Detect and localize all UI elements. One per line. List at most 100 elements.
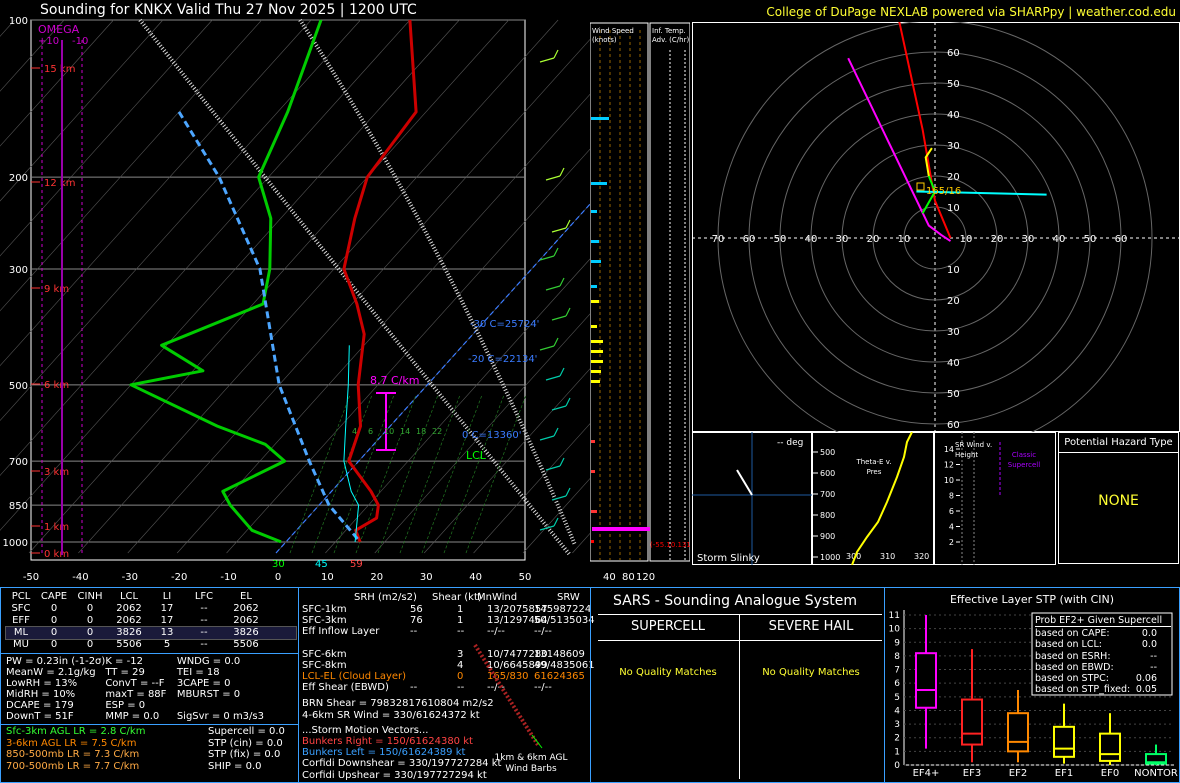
- lapse-rate-0-3: Sfc-3km AGL LR = 2.8 C/km: [6, 726, 146, 737]
- hodograph: 10 10 10 10 20 20 20 20 30 30 30 30 40 40 40 40 50 50 50 50…: [692, 22, 1180, 432]
- height-label: 12 km: [44, 178, 75, 189]
- hodo-ring-label: 40: [947, 110, 960, 121]
- temperature-axis: -50 -40 -30 -20 -10 0 10 20 30 40 50: [23, 572, 532, 583]
- wind-speed-bar: [591, 117, 609, 120]
- credit-text: College of DuPage NEXLAB powered via SHA…: [766, 5, 1176, 19]
- pressure-axis: 100 200 300 500 700 850 1000: [3, 16, 28, 549]
- mixing-ratio-line: [311, 394, 373, 554]
- wind-speed-bar: [591, 380, 600, 383]
- isotherm-line: [0, 19, 164, 202]
- srwind-hlabel: 6: [949, 507, 954, 516]
- barbs-label: 1km & 6km AGL Wind Barbs: [494, 753, 568, 774]
- hodo-ring-label: 10: [898, 234, 911, 245]
- sfc-wetbulb: 45: [315, 559, 328, 570]
- hodo-ring-label: 20: [947, 172, 960, 183]
- wind-speed-bar: [591, 260, 601, 263]
- wind-speed-bar: [591, 470, 595, 473]
- stp-y-label: 5: [894, 693, 900, 703]
- srwind-label: Classic Supercell: [1007, 451, 1041, 469]
- wind-speed-bar: [591, 510, 597, 513]
- wind-barb-flag: [559, 457, 565, 467]
- hodo-ring-label: 40: [805, 234, 818, 245]
- mixing-ratio-line: [289, 394, 351, 554]
- parcel-row: EFF 0 0 2062 17 -- 2062: [12, 615, 259, 626]
- stp-legend-row: based on EBWD: --: [1035, 661, 1157, 673]
- dry-adiabat-band-1: [138, 18, 572, 557]
- sars-title: SARS - Sounding Analogue System: [613, 593, 857, 609]
- parcel-row: SFC 0 0 2062 17 -- 2062: [11, 603, 259, 614]
- pressure-tick-label: 700: [9, 457, 28, 468]
- thetae-chart: 5006007008009001000 300 310 320: [812, 432, 934, 565]
- isotherm-line: [0, 19, 262, 312]
- hodo-ring-label: 50: [774, 234, 787, 245]
- stp-y-label: 11: [889, 611, 900, 621]
- series-dewpoint: [129, 19, 323, 544]
- stp-x-axis: EF4+ EF3 EF2 EF1 EF0 NONTOR: [913, 768, 1178, 779]
- kinematics-header: SRH (m2/s2) Shear (kt) MnWind SRW: [354, 592, 580, 603]
- hazard-value: NONE: [1098, 493, 1139, 509]
- isotherm-line: [325, 258, 590, 554]
- hodograph-rings: 10 10 10 10 20 20 20 20 30 30 30 30 40 40 40 40 50 50 50 50…: [692, 22, 1180, 432]
- stp-fix-index: STP (fix) = 0.0: [208, 749, 281, 760]
- isotherm-line: [78, 19, 559, 554]
- bunkers-label: 165/16: [926, 186, 961, 197]
- wind-barb-flag: [553, 517, 559, 527]
- hodo-ring-label: 60: [1115, 234, 1128, 245]
- stp-legend-title: Prob EF2+ Given Supercell: [1035, 615, 1171, 628]
- height-label: 6 km: [44, 380, 69, 391]
- pressure-tick-label: 1000: [3, 538, 28, 549]
- pressure-tick-label: 200: [9, 173, 28, 184]
- parcel-table: PCL CAPE CINH LCL LI LFC EL SFC 0 0 2062 17 -- 2062 E…: [5, 591, 297, 651]
- lapse-rate-700-500: 700-500mb LR = 7.7 C/km: [6, 760, 140, 772]
- isotherm-line: [473, 423, 590, 554]
- hodo-ring-label: 50: [947, 389, 960, 400]
- temp-tick-label: 30: [420, 572, 433, 583]
- slinky-vector: [736, 469, 753, 496]
- sfc-dewpoint: 30: [272, 559, 285, 570]
- wind-barb-flag: [559, 167, 565, 177]
- wind-barb: [551, 405, 567, 411]
- kinematics-row: Eff Inflow Layer -- -- --/-- --/--: [302, 626, 552, 638]
- wind-speed-bar: [591, 300, 599, 303]
- index-row: MeanW = 2.1g/kg TT = 29 TEI = 18: [6, 667, 220, 678]
- supercell-index: Supercell = 0.0: [208, 726, 285, 737]
- height-label: 3 km: [44, 467, 69, 478]
- indices-table: PW = 0.23in (-1-2σ) K = -12 WNDG = 0.0 Mean…: [6, 656, 296, 722]
- wind-barb-flag: [559, 277, 565, 287]
- wind-barb-flag: [559, 367, 565, 377]
- thetae-title: Theta-E v. Pres: [856, 458, 892, 476]
- hodo-ring-label: 50: [1084, 234, 1097, 245]
- stp-legend-row: based on LCL: 0.0: [1035, 639, 1157, 651]
- index-row: MidRH = 10% maxT = 88F MBURST = 0: [6, 689, 241, 700]
- wind-speed-bar: [591, 182, 607, 185]
- isotherm-label-0: 0 C=13360': [462, 430, 521, 441]
- stp-y-label: 0: [894, 761, 900, 771]
- wind-barb-flag: [553, 49, 559, 59]
- height-label: 1 km: [44, 522, 69, 533]
- wind-barb: [545, 285, 561, 291]
- stp-y-label: 7: [894, 666, 900, 676]
- temp-adv-title: Inf. Temp. Adv. (C/hr): [652, 27, 690, 44]
- wind-speed-bar: [591, 285, 597, 288]
- mixing-ratio-label: 18: [416, 427, 426, 436]
- isotherm-line: [275, 203, 590, 554]
- wind-barb: [539, 255, 555, 261]
- lapse-rate-label: 8.7 C/km: [370, 374, 419, 387]
- wind-speed-title: Wind Speed (knots): [592, 27, 634, 44]
- isotherm-label-30: -30 C=25724': [470, 319, 539, 330]
- wind-barb: [539, 57, 555, 63]
- wind-speed-bar: [591, 340, 603, 343]
- pressure-tick-label: 850: [9, 501, 28, 512]
- hodo-ring-label: 70: [712, 234, 725, 245]
- slinky-label: Storm Slinky: [697, 553, 760, 564]
- stp-x-label: EF2: [1009, 768, 1027, 779]
- srwind-hlabel: 12: [944, 461, 954, 470]
- parcel-table-rows: SFC 0 0 2062 17 -- 2062 EFF 0 0 2062 17 -- 2062 ML 0 0 38…: [5, 603, 297, 651]
- mixing-ratio-labels: 4 6 10 14 18 22: [352, 427, 442, 436]
- stp-box: [961, 698, 983, 746]
- slinky-deg: -- deg: [777, 438, 803, 448]
- height-axis: 15 km 12 km 9 km 6 km 3 km 1 km 0 km: [31, 64, 75, 560]
- ship-index: SHIP = 0.0: [208, 760, 262, 772]
- thetae-tlabel: 310: [880, 552, 895, 561]
- stp-legend-row: based on STPC: 0.06: [1035, 673, 1157, 685]
